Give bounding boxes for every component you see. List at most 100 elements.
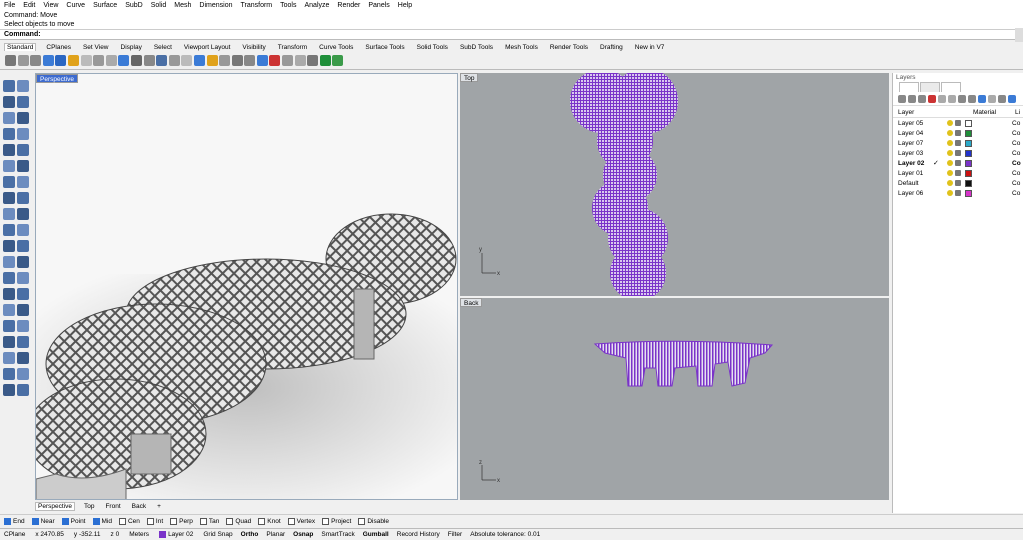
- tool-icon[interactable]: [67, 55, 79, 66]
- status-toggle[interactable]: Grid Snap: [203, 531, 232, 538]
- tool-icon[interactable]: [3, 304, 15, 316]
- checkbox[interactable]: [358, 517, 366, 525]
- viewport-tab[interactable]: Front: [103, 503, 122, 510]
- command-scrollbar[interactable]: [1015, 28, 1023, 42]
- menu-item[interactable]: Help: [398, 2, 412, 9]
- tool-icon[interactable]: [3, 176, 15, 188]
- tool-icon[interactable]: [17, 208, 29, 220]
- toolbar-tab[interactable]: Visibility: [240, 44, 267, 51]
- tool-icon[interactable]: [3, 192, 15, 204]
- tool-icon[interactable]: [3, 208, 15, 220]
- layer-color-swatch[interactable]: [965, 149, 972, 157]
- layer-tool-icon[interactable]: [988, 95, 996, 103]
- layer-tool-icon[interactable]: [978, 95, 986, 103]
- layer-tool-icon[interactable]: [948, 95, 956, 103]
- checkbox[interactable]: [4, 517, 11, 525]
- lightbulb-icon[interactable]: [947, 140, 953, 146]
- toolbar-tab[interactable]: Curve Tools: [317, 44, 355, 51]
- tool-icon[interactable]: [231, 55, 243, 66]
- checkbox[interactable]: [92, 517, 100, 525]
- layer-color-swatch[interactable]: [965, 139, 972, 147]
- viewport-tab[interactable]: Perspective: [35, 502, 75, 511]
- checkbox[interactable]: [170, 517, 178, 525]
- checkbox[interactable]: [118, 517, 126, 525]
- tool-icon[interactable]: [3, 240, 15, 252]
- osnap-project[interactable]: Project: [322, 517, 351, 525]
- checkbox[interactable]: [226, 517, 234, 525]
- layer-tool-icon[interactable]: [928, 95, 936, 103]
- lock-icon[interactable]: [955, 150, 961, 156]
- toolbar-tab[interactable]: Mesh Tools: [503, 44, 540, 51]
- lightbulb-icon[interactable]: [947, 150, 953, 156]
- osnap-quad[interactable]: Quad: [226, 517, 251, 525]
- checkbox[interactable]: [61, 517, 69, 525]
- layer-color-swatch[interactable]: [965, 169, 972, 177]
- layer-row[interactable]: Layer 02 ✓ Co: [893, 158, 1023, 168]
- menu-item[interactable]: Render: [337, 2, 360, 9]
- toolbar-tab[interactable]: Viewport Layout: [182, 44, 233, 51]
- tool-icon[interactable]: [3, 384, 15, 396]
- tool-icon[interactable]: [17, 224, 29, 236]
- tool-icon[interactable]: [17, 128, 29, 140]
- layer-color-swatch[interactable]: [965, 159, 972, 167]
- tool-icon[interactable]: [3, 80, 15, 92]
- tool-icon[interactable]: [42, 55, 54, 66]
- menu-item[interactable]: Solid: [151, 2, 167, 9]
- tab-display[interactable]: [941, 82, 961, 92]
- tool-icon[interactable]: [244, 55, 256, 66]
- layer-color-swatch[interactable]: [965, 119, 972, 127]
- tool-icon[interactable]: [80, 55, 92, 66]
- tool-icon[interactable]: [105, 55, 117, 66]
- toolbar-tab[interactable]: Solid Tools: [415, 44, 450, 51]
- tool-icon[interactable]: [332, 55, 344, 66]
- tool-icon[interactable]: [3, 144, 15, 156]
- layer-name[interactable]: Layer 06: [893, 190, 933, 197]
- tool-icon[interactable]: [193, 55, 205, 66]
- checkbox[interactable]: [258, 517, 266, 525]
- layer-row[interactable]: Default Co: [893, 178, 1023, 188]
- toolbar-tab[interactable]: Display: [119, 44, 144, 51]
- tool-icon[interactable]: [130, 55, 142, 66]
- tool-icon[interactable]: [17, 336, 29, 348]
- layer-tool-icon[interactable]: [938, 95, 946, 103]
- tool-icon[interactable]: [156, 55, 168, 66]
- status-toggle[interactable]: Record History: [397, 531, 440, 538]
- tool-icon[interactable]: [3, 288, 15, 300]
- column-material[interactable]: Material: [973, 109, 1015, 116]
- layer-tool-icon[interactable]: [908, 95, 916, 103]
- layer-tool-icon[interactable]: [958, 95, 966, 103]
- osnap-knot[interactable]: Knot: [258, 517, 281, 525]
- column-linetype[interactable]: Li: [1015, 109, 1020, 116]
- tool-icon[interactable]: [17, 352, 29, 364]
- lock-icon[interactable]: [955, 130, 961, 136]
- lock-icon[interactable]: [955, 180, 961, 186]
- layer-name[interactable]: Layer 05: [893, 120, 933, 127]
- lightbulb-icon[interactable]: [947, 190, 953, 196]
- toolbar-tab[interactable]: Standard: [4, 43, 37, 51]
- lock-icon[interactable]: [955, 140, 961, 146]
- layer-color-swatch[interactable]: [965, 129, 972, 137]
- tool-icon[interactable]: [17, 176, 29, 188]
- tool-icon[interactable]: [17, 80, 29, 92]
- menu-item[interactable]: Panels: [368, 2, 389, 9]
- osnap-tan[interactable]: Tan: [199, 517, 219, 525]
- toolbar-tab[interactable]: Render Tools: [548, 44, 590, 51]
- tool-icon[interactable]: [5, 55, 16, 66]
- menu-item[interactable]: View: [43, 2, 58, 9]
- osnap-int[interactable]: Int: [146, 517, 163, 525]
- layer-color-swatch[interactable]: [965, 189, 972, 197]
- lightbulb-icon[interactable]: [947, 170, 953, 176]
- layer-row[interactable]: Layer 07 Co: [893, 138, 1023, 148]
- tool-icon[interactable]: [118, 55, 130, 66]
- menu-item[interactable]: Dimension: [199, 2, 232, 9]
- tool-icon[interactable]: [30, 55, 42, 66]
- back-viewport[interactable]: x z Back: [460, 298, 889, 500]
- tool-icon[interactable]: [3, 160, 15, 172]
- tool-icon[interactable]: [3, 256, 15, 268]
- checkbox[interactable]: [199, 517, 207, 525]
- tool-icon[interactable]: [17, 240, 29, 252]
- menu-item[interactable]: Edit: [23, 2, 35, 9]
- status-toggle[interactable]: Osnap: [293, 531, 313, 538]
- tool-icon[interactable]: [3, 352, 15, 364]
- command-prompt-input[interactable]: Command:: [0, 29, 1023, 38]
